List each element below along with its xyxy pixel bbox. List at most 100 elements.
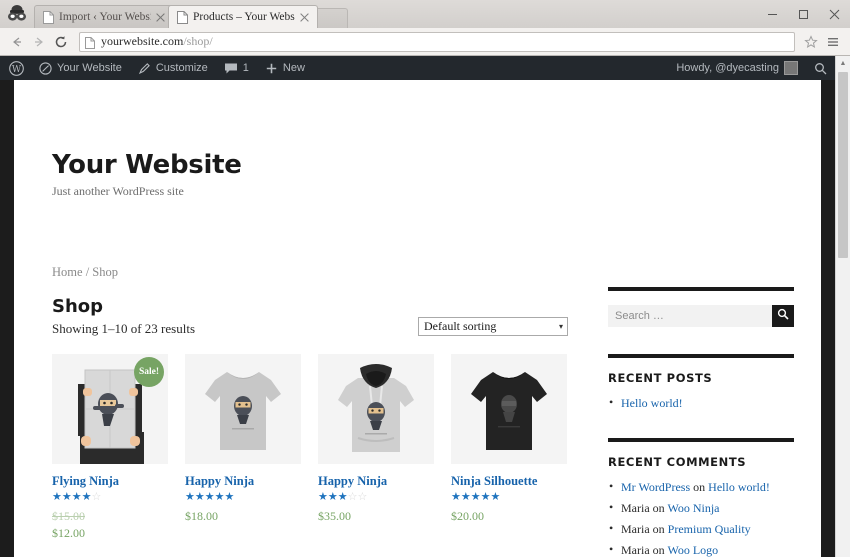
page-icon [177,10,188,24]
tab-strip: Import ‹ Your Website — Products – Your … [34,0,850,28]
comment-author: Maria [621,501,650,515]
dashboard-icon [39,61,52,75]
comment-post-link[interactable]: Premium Quality [668,522,751,536]
url-host: yourwebsite.com [101,34,184,48]
url-path: /shop/ [183,34,213,48]
comment-on-word: on [693,480,706,494]
recent-post-link[interactable]: Hello world! [621,396,683,410]
product-price: $18.00 [185,509,218,523]
product-title[interactable]: Ninja Silhouette [451,474,567,489]
product-title[interactable]: Happy Ninja [318,474,434,489]
browser-viewport: W Your Website Customize 1 New Howdy, @d… [0,56,850,557]
tab-title: Import ‹ Your Website — [59,11,151,23]
result-count: Showing 1–10 of 23 results [52,321,195,336]
comment-on-word: on [652,501,665,515]
admin-bar-account[interactable]: Howdy, @dyecasting [668,56,806,80]
product-rating: ★★★★★ [451,492,567,503]
recent-comments-widget: RECENT COMMENTS Mr WordPress on Hello wo… [608,438,794,557]
close-icon[interactable] [298,11,311,24]
page-icon [85,36,95,49]
product-price: $15.00 $12.00 [52,509,168,541]
page-scrollbar[interactable]: ▲ [835,56,850,557]
minimize-button[interactable] [757,2,788,26]
howdy-label: Howdy, @dyecasting [676,62,779,74]
comment-author: Maria [621,522,650,536]
product-thumbnail[interactable] [185,354,301,464]
window-controls [757,0,850,28]
list-item: Mr WordPress on Hello world! [608,479,794,495]
admin-bar-new[interactable]: New [257,56,313,80]
list-item: Maria on Woo Logo [608,542,794,557]
comment-on-word: on [652,543,665,557]
sale-badge: Sale! [134,357,164,387]
browser-tab-import[interactable]: Import ‹ Your Website — [34,5,174,28]
browser-tab-products[interactable]: Products – Your Website [168,5,318,28]
comments-count: 1 [242,62,249,74]
product-card[interactable]: Happy Ninja ★★★☆☆ $35.00 [318,354,434,541]
breadcrumb-home[interactable]: Home [52,265,83,279]
list-item: Maria on Woo Ninja [608,500,794,516]
scroll-up-arrow[interactable]: ▲ [836,56,850,70]
breadcrumb: Home / Shop [52,265,568,280]
new-tab-button[interactable] [314,8,348,28]
rating-stars-empty: ☆ [91,491,102,503]
site-header: Your Website Just another WordPress site [52,80,783,199]
pencil-icon [138,62,151,75]
browser-window: Import ‹ Your Website — Products – Your … [0,0,850,557]
reload-button[interactable] [50,31,72,53]
search-widget: Search … [608,287,794,327]
new-label: New [282,62,305,74]
comment-post-link[interactable]: Woo Ninja [667,501,719,515]
close-icon[interactable] [154,11,167,24]
comment-post-link[interactable]: Woo Logo [667,543,718,557]
product-rating: ★★★★★ [185,492,301,503]
product-card[interactable]: Happy Ninja ★★★★★ $18.00 [185,354,301,541]
search-input[interactable]: Search … [608,305,772,327]
back-button[interactable] [6,31,28,53]
admin-bar-site-name[interactable]: Your Website [31,56,130,80]
sorting-select[interactable]: Default sorting ▾ [418,317,568,336]
list-item: Maria on Premium Quality [608,521,794,537]
recent-posts-list: Hello world! [608,395,794,411]
shop-toolbar: Showing 1–10 of 23 results Default sorti… [52,317,568,337]
product-card[interactable]: Sale! Flying Ninja ★★★★☆ $15.00 $12.00 [52,354,168,541]
hamburger-menu-icon[interactable] [822,31,844,53]
customize-label: Customize [155,62,208,74]
star-icon[interactable] [800,31,822,53]
comment-post-link[interactable]: Hello world! [708,480,770,494]
user-avatar [784,61,798,75]
page-icon [43,10,54,24]
product-title[interactable]: Flying Ninja [52,474,168,489]
sidebar: Search … RECENT POSTS • Hello world! REC… [608,265,794,557]
product-title[interactable]: Happy Ninja [185,474,301,489]
breadcrumb-separator: / [85,265,90,279]
close-button[interactable] [819,2,850,26]
site-tagline: Just another WordPress site [52,184,184,198]
rating-stars-filled: ★★★★★ [451,491,501,503]
wp-admin-bar: W Your Website Customize 1 New Howdy, @d… [0,56,835,80]
address-bar[interactable]: yourwebsite.com/shop/ [79,31,795,52]
list-item: Hello world! [608,395,794,411]
admin-bar-search[interactable] [806,56,835,80]
comment-on-word: on [652,522,665,536]
plus-icon [265,62,278,75]
admin-bar-customize[interactable]: Customize [130,56,216,80]
product-thumbnail[interactable] [318,354,434,464]
browser-titlebar: Import ‹ Your Website — Products – Your … [0,0,850,28]
scrollbar-thumb[interactable] [838,72,848,258]
search-submit-button[interactable] [772,305,794,327]
site-title[interactable]: Your Website [52,150,783,180]
maximize-button[interactable] [788,2,819,26]
site-container: Your Website Just another WordPress site… [14,80,821,557]
comment-author-link[interactable]: Mr WordPress [621,480,690,494]
product-thumbnail[interactable]: Sale! [52,354,168,464]
wordpress-logo-icon[interactable]: W [0,56,31,80]
browser-toolbar: yourwebsite.com/shop/ [0,28,850,56]
shop-main-column: Home / Shop Shop Showing 1–10 of 23 resu… [52,265,568,557]
product-thumbnail[interactable] [451,354,567,464]
website-frame: Your Website Just another WordPress site… [14,80,821,557]
product-card[interactable]: Ninja Silhouette ★★★★★ $20.00 [451,354,567,541]
admin-bar-comments[interactable]: 1 [216,56,257,80]
forward-button[interactable] [28,31,50,53]
incognito-icon [0,0,34,28]
